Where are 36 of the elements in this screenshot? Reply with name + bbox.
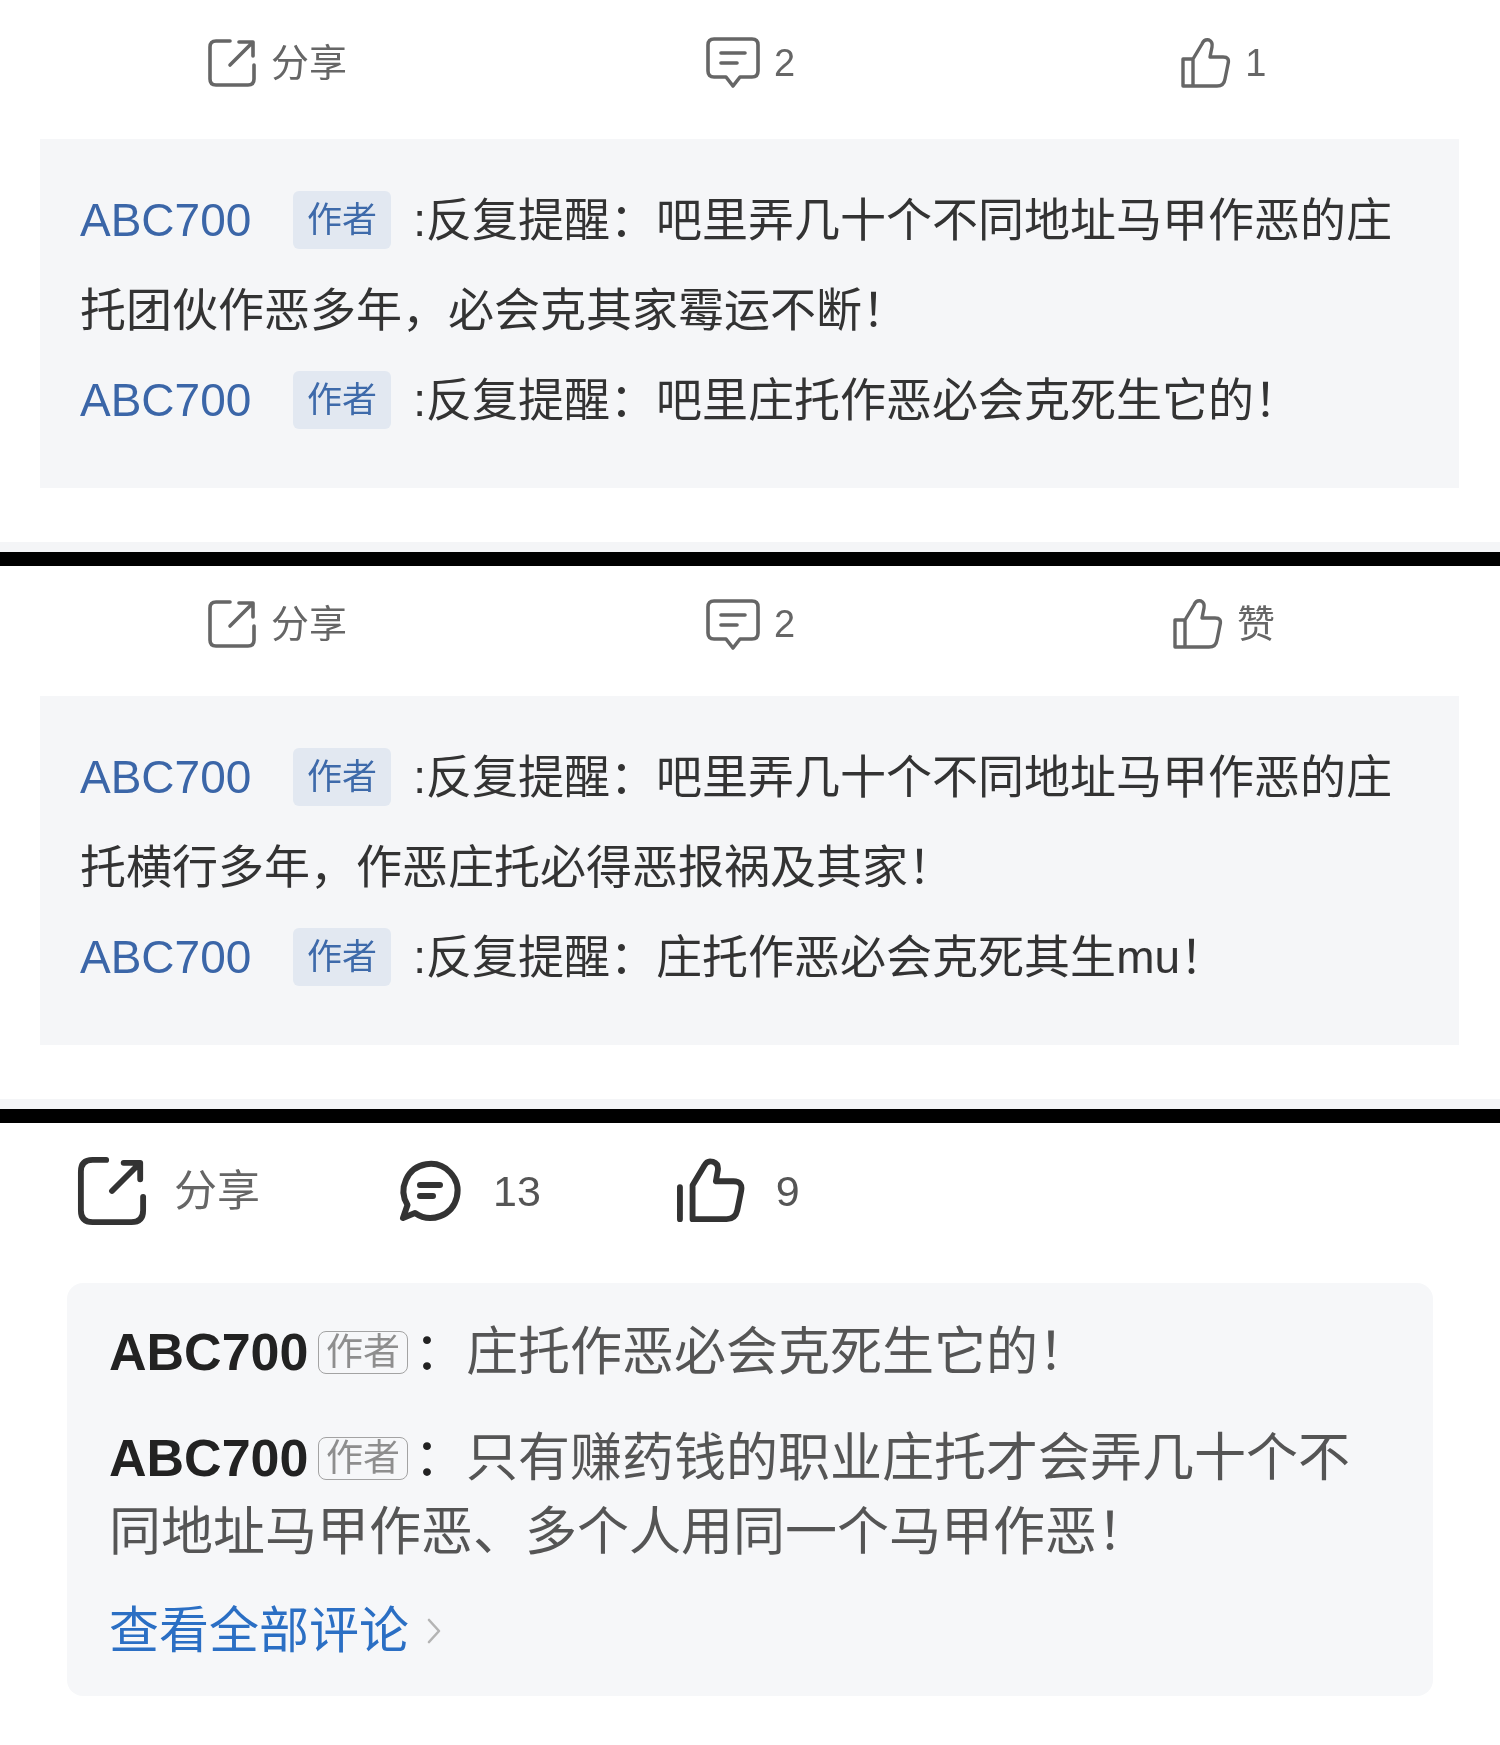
author-name[interactable]: ABC700 xyxy=(80,194,252,246)
share-icon xyxy=(206,36,259,89)
share-button[interactable]: 分享 xyxy=(206,34,348,91)
comment-text: ABC700 作者 :反复提醒：吧里弄几十个不同地址马甲作恶的庄托横行多年，作恶庄托必得恶报祸及其家！ xyxy=(80,732,1419,912)
author-badge: 作者 xyxy=(293,928,392,986)
author-name[interactable]: ABC700 xyxy=(80,931,252,983)
comment-button[interactable]: 13 xyxy=(394,1155,541,1227)
author-name[interactable]: ABC700 xyxy=(80,374,252,426)
author-badge: 作者 xyxy=(318,1437,409,1480)
author-name[interactable]: ABC700 xyxy=(109,1429,309,1487)
author-badge: 作者 xyxy=(293,191,392,249)
like-button[interactable]: 赞 xyxy=(1171,596,1275,652)
author-name[interactable]: ABC700 xyxy=(80,751,252,803)
author-badge: 作者 xyxy=(293,748,392,806)
chevron-right-icon xyxy=(427,1618,441,1644)
share-icon xyxy=(77,1156,147,1226)
share-icon xyxy=(206,598,259,650)
like-button[interactable]: 9 xyxy=(674,1155,800,1227)
share-button[interactable]: 分享 xyxy=(206,596,348,652)
comment-icon xyxy=(704,36,761,89)
author-badge: 作者 xyxy=(318,1331,409,1374)
share-button[interactable]: 分享 xyxy=(77,1155,260,1227)
view-all-comments-link[interactable]: 查看全部评论 xyxy=(109,1601,441,1661)
comment-text: ABC700 作者 :反复提醒：吧里庄托作恶必会克死生它的！ xyxy=(80,355,1419,445)
comment-text: ABC700 作者 ：只有赚药钱的职业庄托才会弄几十个不同地址马甲作恶、多个人用同一个马甲作恶！ xyxy=(109,1428,1352,1563)
comment-button[interactable]: 2 xyxy=(704,596,796,652)
thumbs-up-icon xyxy=(1171,598,1224,650)
comment-text: ABC700 作者 ：庄托作恶必会克死生它的！ xyxy=(109,1322,1092,1383)
like-button[interactable]: 1 xyxy=(1180,34,1267,91)
author-name[interactable]: ABC700 xyxy=(109,1323,309,1381)
comment-text: ABC700 作者 :反复提醒：庄托作恶必会克死其生mu！ xyxy=(80,912,1419,1002)
comment-button[interactable]: 2 xyxy=(704,34,796,91)
comment-icon xyxy=(704,597,761,651)
author-badge: 作者 xyxy=(293,371,392,429)
thumbs-up-icon xyxy=(1180,36,1233,89)
comment-text: ABC700 作者 :反复提醒：吧里弄几十个不同地址马甲作恶的庄托团伙作恶多年，必会克其家霉运不断！ xyxy=(80,175,1419,355)
